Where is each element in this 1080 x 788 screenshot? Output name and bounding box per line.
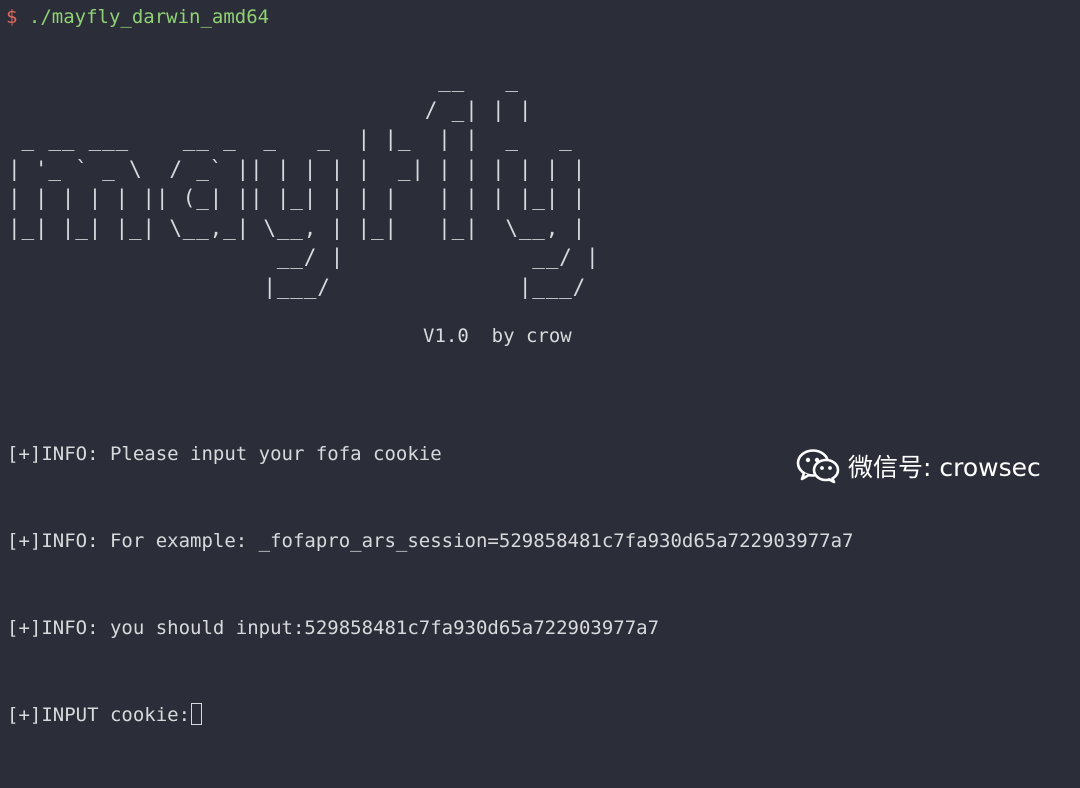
banner-line: __ _ <box>8 68 519 92</box>
banner-line: | '_ ` _ \ / _` || | | | | _| | | | | | … <box>8 156 587 181</box>
log-output: [+]INFO: Please input your fofa cookie [… <box>7 382 853 788</box>
banner-line: |_| |_| |_| \__,_| \__, | |_| |_| \__, | <box>8 215 587 240</box>
watermark: 微信号: crowsec <box>796 448 1041 484</box>
command-text: ./mayfly_darwin_amd64 <box>28 6 270 28</box>
wechat-icon <box>796 449 840 484</box>
banner-line: |___/ |___/ <box>8 274 587 299</box>
log-line-example: [+]INFO: For example: _fofapro_ars_sessi… <box>7 530 854 552</box>
banner-line: | | | | | || (_| || |_| | | | | | | |_| … <box>8 186 587 210</box>
version-text: V1.0 by crow <box>423 325 572 347</box>
banner-line: / _| | | <box>8 97 533 122</box>
banner-line: _ __ ___ __ _ _ _ | |_ | | _ _ <box>8 127 573 151</box>
prompt-symbol: $ <box>6 6 18 28</box>
input-prompt: [+]INPUT cookie: <box>7 704 191 726</box>
command-line: $ ./mayfly_darwin_amd64 <box>6 5 269 29</box>
log-line-info: [+]INFO: Please input your fofa cookie <box>7 443 442 465</box>
watermark-text: 微信号: crowsec <box>848 453 1041 482</box>
text-cursor[interactable] <box>191 703 203 725</box>
log-line-hint: [+]INFO: you should input:529858481c7fa9… <box>7 617 660 639</box>
ascii-banner: __ _ / _| | | _ __ ___ __ _ _ _ | |_ | |… <box>8 66 600 302</box>
terminal-window[interactable]: $ ./mayfly_darwin_amd64 __ _ / _| | | _ … <box>0 0 1080 726</box>
input-line[interactable]: [+]INPUT cookie: <box>7 701 853 730</box>
banner-line: __/ | __/ | <box>8 245 600 269</box>
